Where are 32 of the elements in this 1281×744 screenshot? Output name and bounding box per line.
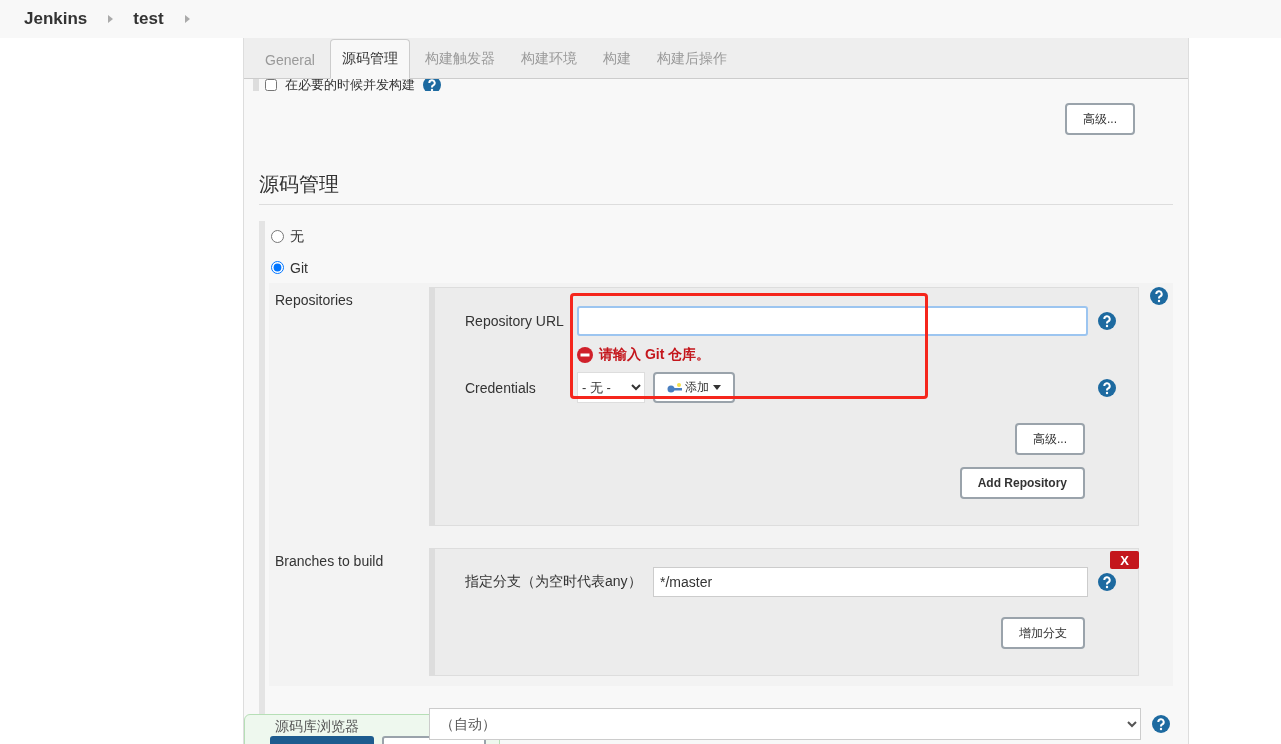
help-icon[interactable] bbox=[1152, 715, 1170, 733]
breadcrumb-link[interactable]: Jenkins bbox=[24, 9, 88, 29]
help-icon[interactable] bbox=[1150, 287, 1168, 305]
caret-icon bbox=[713, 385, 721, 390]
browser-dropdown[interactable]: （自动） bbox=[429, 708, 1141, 740]
branch-field[interactable]: */master bbox=[653, 567, 1088, 597]
add-branch-button[interactable]: 增加分支 bbox=[1001, 617, 1085, 649]
help-icon[interactable] bbox=[1098, 312, 1116, 330]
field-label: Credentials bbox=[465, 379, 537, 396]
advanced-button[interactable]: 高级... bbox=[1015, 423, 1085, 455]
error-icon bbox=[577, 347, 593, 363]
help-icon[interactable] bbox=[1098, 378, 1116, 397]
help-icon[interactable] bbox=[1098, 573, 1116, 591]
radio-label: Git bbox=[290, 259, 308, 276]
checkbox[interactable] bbox=[265, 79, 277, 91]
field-label: Branches to build bbox=[274, 552, 385, 569]
field-label: 源码库浏览器 bbox=[274, 716, 360, 736]
add-repository-button[interactable]: Add Repository bbox=[959, 467, 1085, 499]
tab[interactable]: 源码管理 bbox=[329, 39, 410, 79]
radio-label: 无 bbox=[290, 227, 304, 246]
breadcrumb-link[interactable]: test bbox=[133, 9, 164, 29]
field-label: Repository URL bbox=[465, 313, 565, 329]
radio-button[interactable] bbox=[271, 230, 284, 243]
delete-button[interactable]: X bbox=[1110, 551, 1139, 569]
error-message: 请输入 Git 仓库。 bbox=[599, 346, 711, 364]
advanced-button[interactable]: 高级... bbox=[1065, 103, 1135, 135]
repository-url-field[interactable] bbox=[577, 306, 1088, 336]
field-label: 指定分支（为空时代表any） bbox=[465, 573, 643, 591]
field-label: Repositories bbox=[274, 291, 354, 308]
key-icon bbox=[667, 382, 683, 393]
radio-button[interactable] bbox=[271, 261, 284, 274]
section-title: 源码管理 bbox=[259, 171, 1173, 205]
